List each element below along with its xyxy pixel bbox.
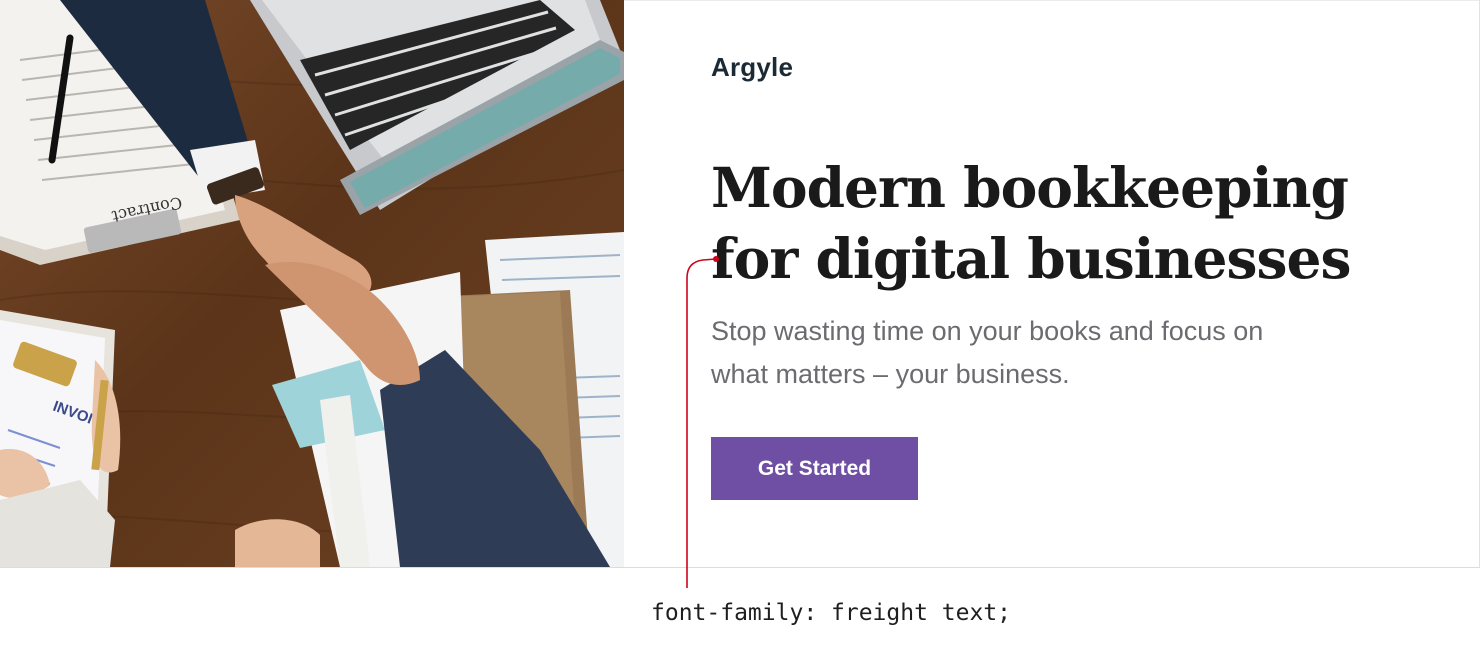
handshake-photo-illustration: Contract INVOICE [0, 0, 624, 567]
subhead-line-2: what matters – your business. [711, 359, 1070, 389]
hero-subheadline: Stop wasting time on your books and focu… [711, 310, 1331, 396]
content-top-border [624, 0, 1480, 1]
get-started-button[interactable]: Get Started [711, 437, 918, 500]
brand-logo[interactable]: Argyle [711, 52, 793, 83]
hero-photo: Contract INVOICE [0, 0, 624, 567]
font-family-annotation: font-family: freight text; [651, 600, 1012, 626]
hero-headline: Modern bookkeeping for digital businesses [711, 152, 1371, 294]
subhead-line-1: Stop wasting time on your books and focu… [711, 316, 1264, 346]
headline-line-2: for digital businesses [711, 226, 1351, 291]
headline-line-1: Modern bookkeeping [711, 155, 1349, 220]
hero-section: Contract INVOICE Argyle Modern bookkeepi… [0, 0, 1480, 568]
laptop [250, 0, 624, 215]
